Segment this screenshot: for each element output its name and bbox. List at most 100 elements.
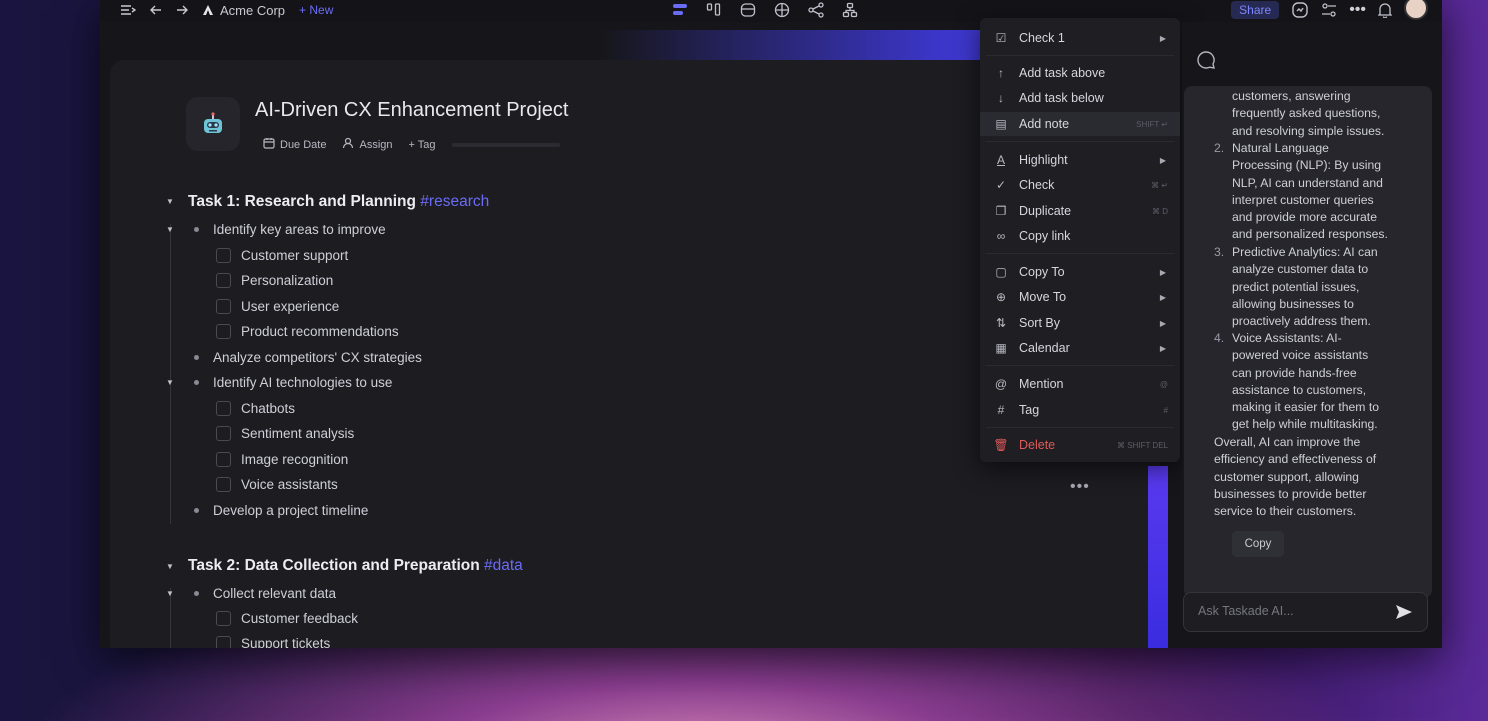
checkbox[interactable]	[216, 636, 231, 648]
list-number: 3.	[1214, 245, 1225, 259]
ask-ai-input[interactable]	[1198, 604, 1378, 618]
settings-sliders-icon[interactable]	[1321, 2, 1337, 18]
sidebar-toggle-icon[interactable]	[120, 4, 136, 16]
bullet-icon	[194, 355, 199, 360]
menu-item-mention[interactable]: @ Mention @	[980, 372, 1180, 396]
list-item[interactable]: Voice assistants	[241, 477, 338, 492]
list-view-icon[interactable]	[672, 2, 688, 18]
menu-item-tag[interactable]: # Tag #	[980, 398, 1180, 422]
ai-line: can provide hands-free	[1232, 365, 1357, 380]
send-icon[interactable]	[1395, 604, 1413, 625]
menu-item-highlight[interactable]: A Highlight ▶	[980, 148, 1180, 172]
chat-bubble-icon[interactable]	[1196, 50, 1216, 75]
checkbox[interactable]	[216, 248, 231, 263]
checkbox[interactable]	[216, 477, 231, 492]
shortcut-hint: ⌘ SHIFT DEL	[1117, 440, 1168, 450]
list-item[interactable]: User experience	[241, 299, 339, 314]
list-item[interactable]: Collect relevant data	[213, 586, 336, 601]
ai-line: Voice Assistants: AI-	[1232, 331, 1342, 345]
bell-icon[interactable]	[1378, 2, 1392, 18]
workspace-name[interactable]: Acme Corp	[220, 3, 285, 18]
collapse-caret-icon[interactable]: ▼	[166, 378, 174, 387]
shortcut-hint: ⌘ D	[1152, 206, 1168, 216]
context-menu: ☑ Check 1 ▶ ↑ Add task above ↓ Add task …	[980, 18, 1180, 462]
more-options-icon[interactable]: •••	[1349, 1, 1366, 19]
checkbox[interactable]	[216, 324, 231, 339]
menu-divider	[986, 427, 1174, 428]
menu-item-calendar[interactable]: ▦ Calendar ▶	[980, 336, 1180, 360]
list-item[interactable]: Personalization	[241, 273, 333, 288]
due-date-label: Due Date	[280, 138, 327, 151]
menu-item-sort-by[interactable]: ⇅ Sort By ▶	[980, 311, 1180, 335]
menu-item-label: Sort By	[1019, 316, 1060, 330]
collapse-caret-icon[interactable]: ▼	[166, 562, 174, 571]
menu-item-add-note[interactable]: ▤ Add note SHIFT ↵	[980, 112, 1180, 136]
collapse-caret-icon[interactable]: ▼	[166, 225, 174, 234]
menu-item-copy-link[interactable]: ∞ Copy link	[980, 224, 1180, 248]
ai-line: Predictive Analytics: AI can	[1232, 245, 1378, 259]
assign-button[interactable]: Assign	[342, 137, 393, 152]
checkbox[interactable]	[216, 426, 231, 441]
clipboard-icon: ▢	[995, 265, 1007, 279]
back-arrow-icon[interactable]	[150, 4, 162, 16]
collapse-caret-icon[interactable]: ▼	[166, 589, 174, 598]
task-heading-1[interactable]: Task 1: Research and Planning #research	[188, 193, 489, 211]
menu-item-add-task-above[interactable]: ↑ Add task above	[980, 61, 1180, 85]
app-window: Acme Corp + New Share ••• AI-Driven CX E…	[100, 0, 1442, 648]
list-item[interactable]: Identify key areas to improve	[213, 222, 386, 237]
ai-agent-icon[interactable]	[1291, 1, 1309, 19]
insert-above-icon: ↑	[998, 66, 1004, 80]
list-item[interactable]: Support tickets	[241, 636, 330, 648]
list-item[interactable]: Customer support	[241, 248, 348, 263]
menu-item-check-1[interactable]: ☑ Check 1 ▶	[980, 26, 1180, 50]
list-item[interactable]: Product recommendations	[241, 324, 399, 339]
ai-line: analyze customer data to	[1232, 262, 1369, 277]
checkbox[interactable]	[216, 401, 231, 416]
menu-item-duplicate[interactable]: ❐ Duplicate ⌘ D	[980, 199, 1180, 223]
checkbox[interactable]	[216, 299, 231, 314]
ai-line: Processing (NLP): By using	[1232, 158, 1382, 173]
menu-item-check[interactable]: ✓ Check ⌘ ↵	[980, 173, 1180, 197]
checkbox[interactable]	[216, 452, 231, 467]
task-tag[interactable]: #research	[420, 193, 489, 210]
list-item[interactable]: Analyze competitors' CX strategies	[213, 350, 422, 365]
globe-view-icon[interactable]	[774, 2, 790, 18]
chevron-right-icon: ▶	[1159, 292, 1166, 302]
list-item[interactable]: Customer feedback	[241, 611, 358, 626]
list-item[interactable]: Identify AI technologies to use	[213, 375, 392, 390]
menu-item-add-task-below[interactable]: ↓ Add task below	[980, 86, 1180, 110]
list-item[interactable]: Sentiment analysis	[241, 426, 354, 441]
row-more-icon[interactable]: •••	[1070, 478, 1090, 496]
ai-line: and personalized responses.	[1232, 227, 1388, 242]
list-item[interactable]: Develop a project timeline	[213, 503, 368, 518]
checkbox[interactable]	[216, 273, 231, 288]
forward-arrow-icon[interactable]	[176, 4, 188, 16]
share-button[interactable]: Share	[1231, 1, 1280, 19]
menu-item-delete[interactable]: 🗑 Delete ⌘ SHIFT DEL	[980, 433, 1180, 457]
list-item[interactable]: Chatbots	[241, 401, 295, 416]
project-title[interactable]: AI-Driven CX Enhancement Project	[255, 99, 568, 122]
org-chart-view-icon[interactable]	[842, 2, 858, 18]
list-item[interactable]: Image recognition	[241, 452, 348, 467]
ai-line: predict potential issues,	[1232, 279, 1360, 294]
copy-button[interactable]: Copy	[1232, 531, 1284, 557]
menu-item-copy-to[interactable]: ▢ Copy To ▶	[980, 260, 1180, 284]
task-tag[interactable]: #data	[484, 557, 523, 574]
board-view-icon[interactable]	[706, 2, 722, 18]
shortcut-hint: @	[1159, 379, 1168, 389]
user-avatar[interactable]	[1404, 0, 1428, 20]
new-button[interactable]: + New	[299, 3, 333, 17]
decorative-side-strip	[1148, 466, 1168, 648]
menu-item-move-to[interactable]: ⊕ Move To ▶	[980, 285, 1180, 309]
add-tag-button[interactable]: + Tag	[409, 139, 436, 151]
collapse-caret-icon[interactable]: ▼	[166, 197, 174, 206]
project-robot-icon[interactable]	[186, 97, 240, 151]
ai-line: get help while multitasking.	[1232, 417, 1378, 432]
task-heading-2[interactable]: Task 2: Data Collection and Preparation …	[188, 557, 523, 575]
checkbox[interactable]	[216, 611, 231, 626]
due-date-button[interactable]: Due Date	[263, 137, 326, 152]
table-view-icon[interactable]	[740, 2, 756, 18]
ai-line: making it easier for them to	[1232, 400, 1379, 415]
mindmap-view-icon[interactable]	[808, 2, 824, 18]
progress-bar	[451, 142, 560, 147]
